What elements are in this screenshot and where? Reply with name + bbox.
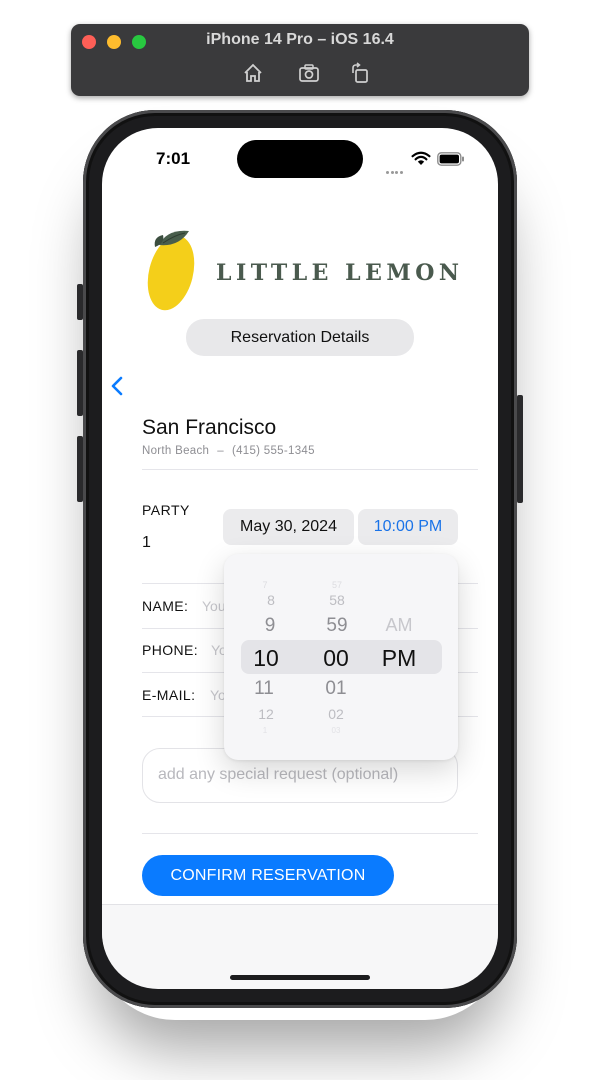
volume-up-button (77, 350, 83, 416)
dynamic-island (237, 140, 363, 178)
rotate-icon[interactable] (349, 62, 371, 84)
phone-label: PHONE: (142, 642, 199, 658)
logo-text: LITTLE LEMON (216, 260, 464, 286)
volume-down-button (77, 436, 83, 502)
silent-switch (77, 284, 83, 320)
hour-wheel-item[interactable]: 1 (235, 726, 295, 735)
restaurant-neighborhood: North Beach (142, 445, 210, 457)
back-chevron-icon[interactable] (108, 375, 126, 397)
subtitle-separator: – (217, 445, 224, 457)
power-button (517, 395, 523, 503)
restaurant-phone: (415) 555-1345 (231, 445, 315, 457)
lemon-logo-icon (147, 230, 195, 311)
hour-wheel-selected[interactable]: 10 (236, 645, 296, 672)
hour-wheel-item[interactable]: 8 (241, 592, 301, 608)
confirm-reservation-button[interactable]: CONFIRM RESERVATION (142, 855, 394, 896)
party-stepper[interactable]: 1 (142, 534, 151, 552)
email-label: E-MAIL: (142, 687, 196, 703)
divider (142, 469, 478, 470)
hour-wheel-item[interactable]: 11 (234, 678, 294, 700)
minute-wheel-item[interactable]: 01 (306, 678, 366, 700)
simulator-title: iPhone 14 Pro – iOS 16.4 (206, 31, 394, 48)
restaurant-subtitle: North Beach – (415) 555-1345 (142, 445, 315, 457)
date-picker-button[interactable]: May 30, 2024 (223, 509, 354, 545)
reservation-details-title: Reservation Details (186, 319, 414, 356)
minute-wheel-item[interactable]: 58 (307, 592, 367, 608)
hour-wheel-item[interactable]: 12 (236, 706, 296, 722)
minute-wheel-item[interactable]: 59 (307, 615, 367, 637)
screenshot-icon[interactable] (298, 62, 320, 84)
home-icon[interactable] (242, 62, 264, 84)
hour-wheel-item[interactable]: 7 (235, 580, 295, 590)
minute-wheel-item[interactable]: 02 (306, 706, 366, 722)
hour-wheel-item[interactable]: 9 (240, 615, 300, 637)
restaurant-city: San Francisco (142, 416, 277, 439)
minute-wheel-item[interactable]: 03 (306, 726, 366, 735)
minute-wheel-item[interactable]: 57 (307, 580, 367, 590)
home-indicator[interactable] (230, 975, 370, 980)
period-wheel-selected[interactable]: PM (369, 645, 429, 672)
name-label: NAME: (142, 598, 189, 614)
minute-wheel-selected[interactable]: 00 (306, 645, 366, 672)
time-picker-button[interactable]: 10:00 PM (358, 509, 458, 545)
divider (142, 833, 478, 834)
party-label: PARTY (142, 502, 190, 518)
special-request-placeholder: add any special request (optional) (158, 766, 399, 783)
period-wheel-item[interactable]: AM (369, 615, 429, 636)
status-time: 7:01 (156, 149, 191, 168)
cellular-signal-icon (386, 161, 406, 174)
battery-icon (437, 152, 464, 166)
wifi-icon (411, 151, 431, 165)
